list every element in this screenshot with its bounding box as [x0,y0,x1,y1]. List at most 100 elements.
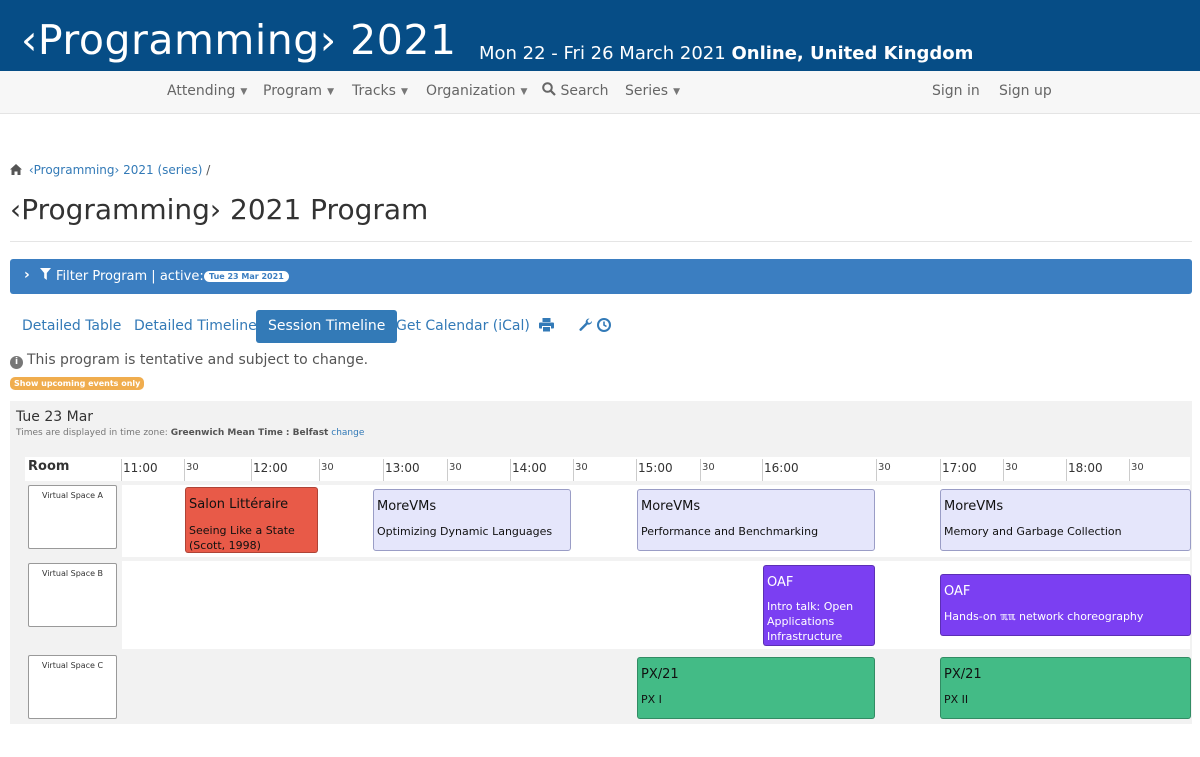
filter-icon [40,268,51,280]
conference-dates: Mon 22 - Fri 26 March 2021 Online, Unite… [479,43,973,64]
caret-down-icon: ▼ [240,87,248,97]
event-track: MoreVMs [377,499,437,514]
site-header: ‹Programming› 2021 Mon 22 - Fri 26 March… [0,0,1200,71]
nav-tracks-label: Tracks [352,83,396,99]
nav-attending-label: Attending [167,83,236,99]
caret-down-icon: ▼ [327,87,334,97]
event-salon-litteraire[interactable]: Salon Littéraire Seeing Like a State (Sc… [185,487,318,553]
wrench-icon[interactable] [579,318,593,332]
clock-icon[interactable] [597,318,611,332]
print-icon[interactable] [539,318,554,332]
tick-label: 30 [449,462,462,473]
tentative-notice-text: This program is tentative and subject to… [27,352,369,368]
event-track: Salon Littéraire [189,497,289,512]
room-label-b: Virtual Space B [28,563,117,627]
timezone-prefix: Times are displayed in time zone: [16,428,168,438]
event-title: PX II [944,693,969,706]
tick-line [383,459,384,481]
event-track: MoreVMs [641,499,701,514]
tab-get-calendar[interactable]: Get Calendar (iCal) [384,310,542,343]
event-title: Memory and Garbage Collection [944,525,1122,538]
nav-organization[interactable]: Organization ▼ [426,83,527,99]
event-title: Performance and Benchmarking [641,525,819,538]
filter-program-bar[interactable]: › Filter Program | active: Tue 23 Mar 20… [10,259,1192,294]
breadcrumb: ‹Programming› 2021 (series) / [10,163,210,177]
caret-down-icon: ▼ [520,87,528,97]
caret-down-icon: ▼ [673,87,680,97]
event-px-1[interactable]: PX/21 PX I [637,657,875,719]
tick-line [1129,459,1130,481]
tab-session-timeline[interactable]: Session Timeline [256,310,398,343]
info-icon: i [10,356,23,369]
tick-line [447,459,448,481]
tab-detailed-table[interactable]: Detailed Table [10,310,133,343]
title-divider [10,241,1192,242]
event-morevms-performance[interactable]: MoreVMs Performance and Benchmarking [637,489,875,551]
tick-label: 12:00 [253,461,288,475]
caret-down-icon: ▼ [400,87,408,97]
change-timezone-link[interactable]: change [331,428,364,438]
tick-line [876,459,877,481]
tick-line [940,459,941,481]
nav-tracks[interactable]: Tracks ▼ [352,83,408,99]
event-oaf-handson[interactable]: OAF Hands-on ℼℼ network choreography [940,574,1191,636]
room-label-a: Virtual Space A [28,485,117,549]
location-text: Online, United Kingdom [731,43,974,64]
nav-search[interactable]: Search [542,82,609,99]
nav-organization-label: Organization [426,83,516,99]
breadcrumb-series-link[interactable]: ‹Programming› 2021 (series) [29,163,203,177]
event-track: PX/21 [944,667,982,682]
chevron-right-icon: › [24,267,30,283]
tick-line [762,459,763,481]
dates-text: Mon 22 - Fri 26 March 2021 [479,43,726,64]
tick-label: 30 [1005,462,1018,473]
tick-label: 13:00 [385,461,420,475]
filter-label: Filter Program | active: [56,269,204,284]
event-title: Intro talk: Open Applications Infrastruc… [767,600,854,643]
main-nav: Attending ▼ Program ▼ Tracks ▼ Organization… [0,71,1200,114]
tick-line [700,459,701,481]
tick-label: 30 [878,462,891,473]
nav-series-label: Series [625,83,669,99]
tick-line [510,459,511,481]
event-morevms-memory[interactable]: MoreVMs Memory and Garbage Collection [940,489,1191,551]
timezone-name: Greenwich Mean Time : Belfast [170,428,329,438]
nav-search-label: Search [560,83,609,99]
tick-label: 14:00 [512,461,547,475]
event-morevms-optimizing[interactable]: MoreVMs Optimizing Dynamic Languages [373,489,571,551]
breadcrumb-separator: / [206,163,211,177]
active-filter-badge: Tue 23 Mar 2021 [204,271,289,282]
site-brand[interactable]: ‹Programming› 2021 [21,16,457,64]
tentative-notice: i This program is tentative and subject t… [10,352,368,369]
tick-line [319,459,320,481]
tick-label: 16:00 [764,461,799,475]
search-icon [542,82,556,96]
tick-line [1003,459,1004,481]
show-upcoming-button[interactable]: Show upcoming events only [10,377,145,390]
tick-label: 17:00 [942,461,977,475]
tick-line [1066,459,1067,481]
room-column-header: Room [28,459,70,474]
event-title: Hands-on ℼℼ network choreography [944,610,1144,623]
day-heading: Tue 23 Mar [16,409,94,425]
tick-line [636,459,637,481]
nav-program-label: Program [263,83,323,99]
sign-in-link[interactable]: Sign in [932,83,980,99]
home-icon[interactable] [10,164,22,175]
tick-label: 11:00 [123,461,158,475]
nav-series[interactable]: Series ▼ [625,83,680,99]
tick-label: 30 [702,462,715,473]
event-track: OAF [944,584,971,599]
event-oaf-intro[interactable]: OAF Intro talk: Open Applications Infras… [763,565,875,646]
event-track: PX/21 [641,667,679,682]
nav-attending[interactable]: Attending ▼ [167,83,247,99]
room-label-c: Virtual Space C [28,655,117,719]
tick-line [121,459,122,481]
event-track: OAF [767,575,794,590]
tab-detailed-timeline[interactable]: Detailed Timeline [122,310,269,343]
event-title: Optimizing Dynamic Languages [377,525,553,538]
nav-program[interactable]: Program ▼ [263,83,334,99]
event-px-2[interactable]: PX/21 PX II [940,657,1191,719]
sign-up-link[interactable]: Sign up [999,83,1052,99]
tick-line [573,459,574,481]
